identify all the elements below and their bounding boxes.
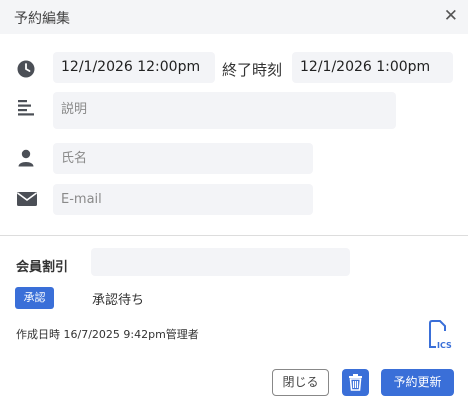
member-discount-field[interactable] <box>91 248 350 276</box>
envelope-icon <box>17 192 37 206</box>
dialog-title: 予約編集 <box>14 11 70 27</box>
status-text: 承認待ち <box>92 293 145 308</box>
name-field[interactable] <box>53 143 313 174</box>
ics-label: ICS <box>437 341 452 350</box>
start-time-field[interactable]: 12/1/2026 12:00pm <box>53 52 215 83</box>
ics-file-icon[interactable]: ICS <box>428 320 454 350</box>
trash-icon <box>349 374 362 391</box>
end-time-field[interactable]: 12/1/2026 1:00pm <box>292 52 453 83</box>
member-discount-label: 会員割引 <box>16 260 69 275</box>
dialog-header: 予約編集 ✕ <box>0 0 468 34</box>
clock-icon <box>17 60 35 78</box>
close-icon[interactable]: ✕ <box>444 7 458 25</box>
created-info: 作成日時 16/7/2025 9:42pm管理者 <box>16 328 199 341</box>
status-badge[interactable]: 承認 <box>15 287 54 309</box>
user-icon <box>18 149 34 167</box>
section-divider <box>0 235 468 236</box>
end-time-label: 終了時刻 <box>222 61 283 79</box>
delete-button[interactable] <box>342 369 369 396</box>
close-button[interactable]: 閉じる <box>272 369 329 396</box>
align-left-icon <box>18 100 34 116</box>
update-reservation-button[interactable]: 予約更新 <box>381 369 454 396</box>
description-textarea[interactable] <box>53 92 396 129</box>
email-field[interactable] <box>53 184 313 215</box>
